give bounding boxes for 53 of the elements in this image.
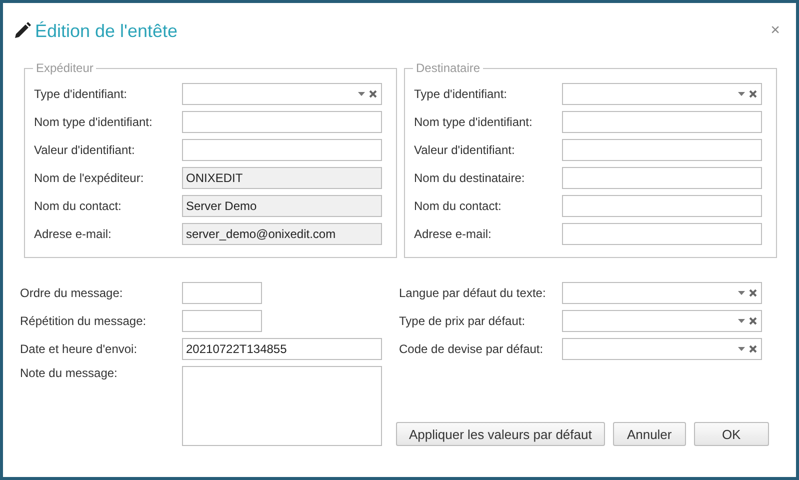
field-label: Nom du contact: [414,199,502,213]
caret-icon[interactable] [738,291,745,295]
clear-icon[interactable] [369,90,377,98]
text-field[interactable] [182,310,262,332]
dropdown-field[interactable] [562,282,762,304]
caret-icon[interactable] [738,319,745,323]
ok-button[interactable]: OK [694,422,769,446]
pencil-icon [13,22,31,40]
group-legend: Expéditeur [33,61,96,75]
field-label: Nom type d'identifiant: [414,115,534,129]
field-label: Adrese e-mail: [34,227,112,241]
text-field[interactable] [182,139,382,161]
field-label: Adrese e-mail: [414,227,492,241]
caret-icon[interactable] [358,92,365,96]
clear-icon[interactable] [749,289,757,297]
caret-icon[interactable] [738,92,745,96]
field-label: Valeur d'identifiant: [414,143,516,157]
field-label: Code de devise par défaut: [399,342,544,356]
close-button[interactable]: × [766,22,784,40]
field-label: Nom type d'identifiant: [34,115,154,129]
field-label: Type de prix par défaut: [399,314,526,328]
clear-icon[interactable] [749,345,757,353]
field-label: Langue par défaut du texte: [399,286,547,300]
field-label: Nom du destinataire: [414,171,526,185]
text-field[interactable] [562,139,762,161]
cancel-button[interactable]: Annuler [612,422,686,446]
dropdown-field[interactable] [562,338,762,360]
field-label: Nom du contact: [34,199,122,213]
caret-icon[interactable] [738,347,745,351]
field-label: Date et heure d'envoi: [20,342,138,356]
clear-icon[interactable] [749,317,757,325]
field-label: Note du message: [20,366,118,380]
dropdown-field[interactable] [562,83,762,105]
text-field[interactable] [562,111,762,133]
field-label: Nom de l'expéditeur: [34,171,145,185]
text-field[interactable] [562,167,762,189]
text-field[interactable] [562,195,762,217]
dialog-title: Édition de l'entête [35,20,179,42]
field-label: Répétition du message: [20,314,148,328]
field-label: Ordre du message: [20,286,124,300]
field-label: Type d'identifiant: [34,87,128,101]
field-label: Valeur d'identifiant: [34,143,136,157]
dropdown-field[interactable] [562,310,762,332]
field-label: Type d'identifiant: [414,87,508,101]
text-field[interactable]: 20210722T134855 [182,338,382,360]
clear-icon[interactable] [749,90,757,98]
text-field[interactable] [182,111,382,133]
apply-defaults-button[interactable]: Appliquer les valeurs par défaut [396,422,605,446]
text-field[interactable] [562,223,762,245]
text-field[interactable] [182,282,262,304]
dropdown-field[interactable] [182,83,382,105]
group-legend: Destinataire [413,61,484,75]
note-field[interactable] [182,366,382,446]
